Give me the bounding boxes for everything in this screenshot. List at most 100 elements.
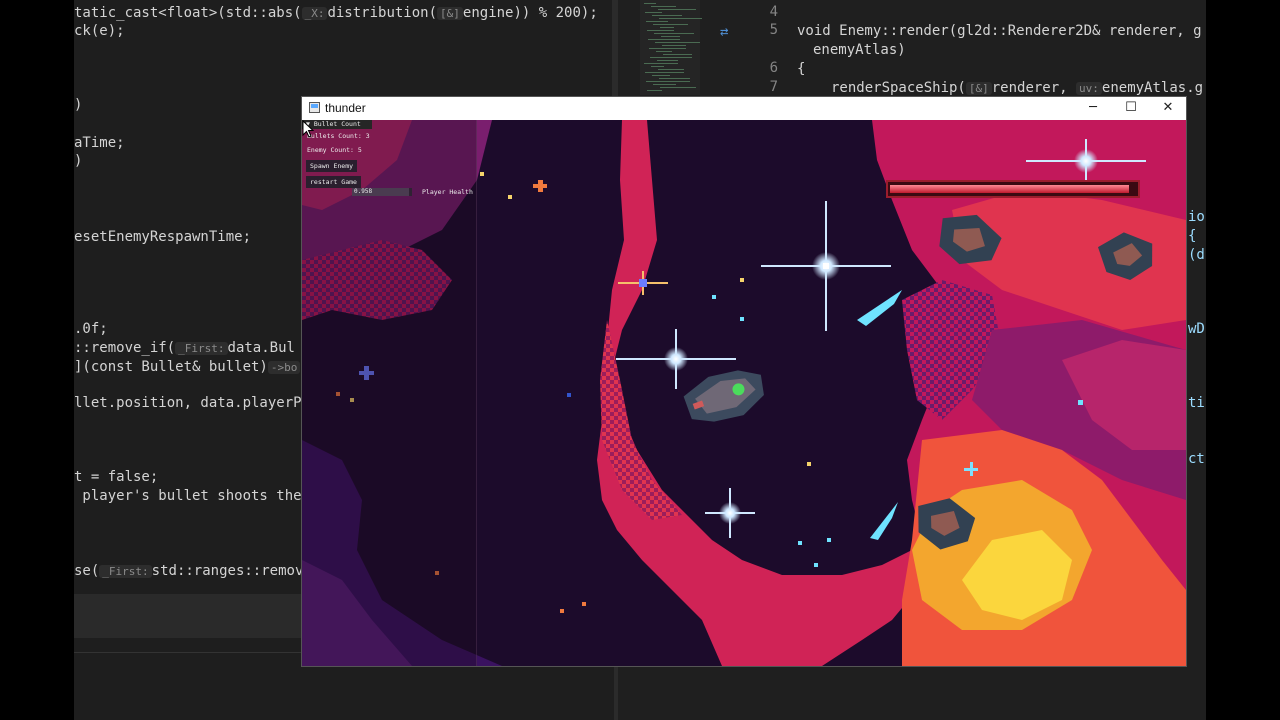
- letterbox-right: [1206, 0, 1280, 720]
- left-code-line[interactable]: ): [74, 152, 82, 170]
- letterbox-left: [0, 0, 74, 720]
- swap-icon[interactable]: ⇄: [720, 24, 728, 40]
- code-token: engine)) % 200);: [462, 5, 598, 21]
- player-health-value: 0.958: [354, 188, 373, 195]
- left-code-line[interactable]: ](const Bullet& bullet) ->bo: [74, 358, 301, 376]
- enemy-health-bar: [886, 180, 1140, 198]
- minimap-line: [660, 27, 674, 28]
- inlay-hint: uv:: [1076, 82, 1102, 95]
- game-window[interactable]: thunder ─ ☐ ✕ ▼ Bullet Count Bullets Cou…: [301, 96, 1187, 667]
- left-code-line[interactable]: ::remove_if(_First: data.Bul: [74, 339, 295, 357]
- enemy-count-text: Enemy Count: 5: [307, 146, 362, 154]
- code-token: aTime;: [74, 135, 125, 151]
- code-token: enemyAtlas.g: [1101, 80, 1204, 96]
- close-button[interactable]: ✕: [1149, 97, 1186, 120]
- right-code-line[interactable]: void Enemy::render(gl2d::Renderer2D& ren…: [797, 22, 1202, 40]
- bullets-count-text: Bullets Count: 3: [307, 132, 370, 140]
- minimap-line: [663, 54, 692, 55]
- code-token: t = false;: [74, 469, 159, 485]
- code-token: ): [74, 153, 83, 169]
- code-token: tatic_cast<float>(std::abs(: [74, 5, 302, 21]
- minimap-line: [651, 66, 664, 67]
- minimap-line: [646, 21, 668, 22]
- left-code-line[interactable]: ): [74, 96, 82, 114]
- line-number: 6: [769, 60, 778, 76]
- minimap-line: [656, 51, 672, 52]
- code-token: renderSpaceShip(: [831, 80, 966, 96]
- inlay-hint: _X:: [301, 7, 328, 20]
- app-icon: [309, 102, 320, 113]
- left-code-line[interactable]: aTime;: [74, 134, 125, 152]
- minimap-line: [644, 63, 678, 64]
- minimap-line: [659, 78, 690, 79]
- minimap-line: [647, 90, 662, 91]
- code-token: ::remove_if(: [74, 340, 176, 356]
- minimap-line: [649, 48, 686, 49]
- minimize-button[interactable]: ─: [1074, 97, 1112, 120]
- mouse-cursor-icon: [302, 120, 314, 138]
- left-code-line[interactable]: ck(e);: [74, 22, 125, 40]
- minimap-line: [646, 81, 690, 82]
- right-code-line[interactable]: {: [797, 60, 805, 78]
- minimap-line: [651, 6, 676, 7]
- code-token: player's bullet shoots the: [74, 488, 302, 504]
- minimap-line: [659, 18, 702, 19]
- minimap[interactable]: [640, 0, 702, 95]
- right-code-line[interactable]: renderSpaceShip([&] renderer, uv: enemyAtl…: [831, 79, 1203, 97]
- player-health-slider[interactable]: 0.958: [352, 188, 412, 196]
- minimap-line: [652, 75, 670, 76]
- minimap-line: [648, 39, 680, 40]
- minimap-line: [658, 69, 684, 70]
- inlay-hint: _First:: [99, 565, 152, 578]
- inlay-hint: _First:: [175, 342, 228, 355]
- maximize-button[interactable]: ☐: [1112, 97, 1150, 120]
- window-title: thunder: [325, 101, 366, 115]
- minimap-line: [645, 72, 684, 73]
- minimap-line: [644, 3, 656, 4]
- game-canvas[interactable]: ▼ Bullet Count Bullets Count: 3 Enemy Co…: [302, 120, 1186, 666]
- enemy-health-fill: [890, 185, 1129, 193]
- left-code-line[interactable]: player's bullet shoots the: [74, 487, 302, 505]
- code-token: ): [74, 97, 83, 113]
- minimap-line: [653, 84, 676, 85]
- code-token: std::ranges::remov: [151, 563, 304, 579]
- minimap-line: [653, 24, 688, 25]
- minimap-line: [658, 9, 696, 10]
- left-code-line[interactable]: llet.position, data.playerP: [74, 394, 302, 412]
- window-titlebar[interactable]: thunder ─ ☐ ✕: [302, 97, 1186, 120]
- line-number: 7: [769, 79, 778, 95]
- code-token: data.Bul: [227, 340, 295, 356]
- code-token: ck(e);: [74, 23, 125, 39]
- restart-game-button[interactable]: restart Game: [306, 176, 361, 188]
- minimap-line: [652, 15, 682, 16]
- minimap-line: [647, 30, 674, 31]
- code-token: llet.position, data.playerP: [74, 395, 302, 411]
- minimap-line: [660, 87, 696, 88]
- code-token: {: [797, 61, 806, 77]
- inlay-hint: [&]: [965, 82, 992, 95]
- left-code-line[interactable]: t = false;: [74, 468, 158, 486]
- code-token: distribution(: [327, 5, 438, 21]
- right-code-line[interactable]: enemyAtlas): [813, 41, 906, 59]
- minimap-line: [661, 36, 680, 37]
- minimap-line: [655, 42, 700, 43]
- inlay-hint: [&]: [437, 7, 463, 20]
- left-code-line[interactable]: esetEnemyRespawnTime;: [74, 228, 251, 246]
- code-token: enemyAtlas): [813, 42, 906, 58]
- code-token: esetEnemyRespawnTime;: [74, 229, 252, 245]
- spawn-enemy-button[interactable]: Spawn Enemy: [306, 160, 358, 172]
- inlay-hint: ->bo: [267, 361, 301, 374]
- minimap-line: [654, 33, 694, 34]
- minimap-line: [645, 12, 662, 13]
- left-code-line[interactable]: tatic_cast<float>(std::abs(_X: distributi…: [74, 4, 598, 22]
- minimap-line: [662, 45, 686, 46]
- minimap-line: [657, 60, 678, 61]
- imgui-header-label: Bullet Count: [313, 120, 361, 128]
- imgui-debug-panel[interactable]: ▼ Bullet Count Bullets Count: 3 Enemy Co…: [302, 120, 477, 666]
- left-code-line[interactable]: .0f;: [74, 320, 108, 338]
- line-number: 5: [769, 22, 778, 38]
- left-code-line[interactable]: se(_First: std::ranges::remov: [74, 562, 303, 580]
- player-health-label: Player Health: [422, 188, 473, 196]
- code-token: .0f;: [74, 321, 108, 337]
- minimap-line: [650, 57, 692, 58]
